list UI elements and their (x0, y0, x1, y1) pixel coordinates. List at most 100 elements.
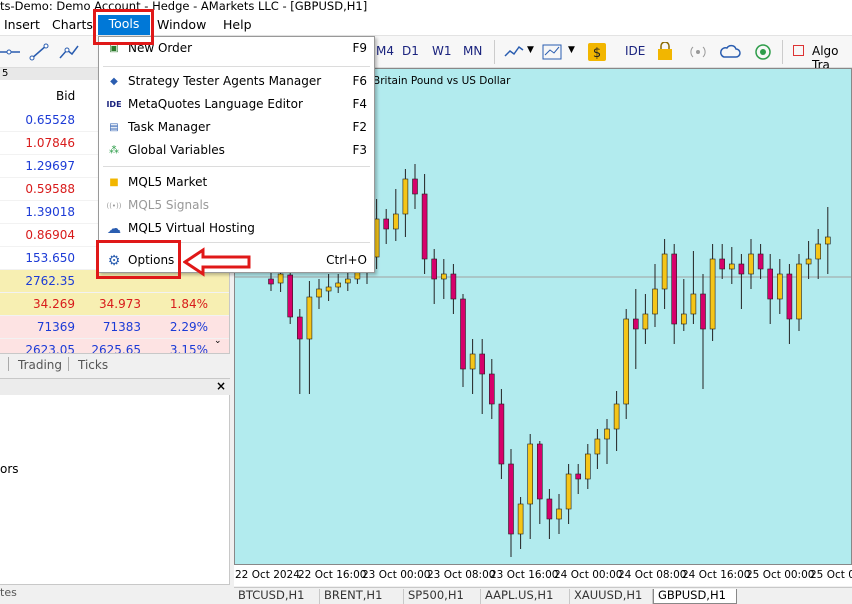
candle-body (748, 253, 754, 275)
candle-body (316, 288, 322, 298)
horizontal-line-icon[interactable] (0, 42, 22, 62)
market-bag-icon: ■ (109, 177, 119, 188)
tab-trading[interactable]: Trading (18, 358, 62, 372)
time-axis-label: 23 Oct 16:00 (490, 569, 559, 581)
algo-trading-checkbox-icon[interactable] (793, 45, 804, 56)
candle-body (412, 178, 418, 195)
candle-body (287, 274, 294, 318)
candle-body (652, 288, 658, 315)
table-row[interactable]: 34.269 34.973 1.84% (0, 293, 229, 316)
market-bag-icon[interactable] (654, 42, 676, 62)
chart-tab[interactable]: GBPUSD,H1 (653, 589, 737, 604)
menu-item-shortcut: F9 (352, 41, 367, 55)
navigator-panel: × ors (0, 378, 230, 584)
market-watch-tabs: Trading Ticks (0, 353, 230, 375)
chart-tab[interactable]: AAPL.US,H1 (481, 589, 570, 604)
time-axis-label: 22 Oct 2024 (235, 569, 300, 581)
tab-ticks[interactable]: Ticks (78, 358, 108, 372)
candle-body (441, 273, 447, 280)
candle-body (345, 278, 351, 284)
candle-body (594, 438, 601, 455)
time-axis-label: 22 Oct 16:00 (298, 569, 367, 581)
timeframe-d1[interactable]: D1 (402, 44, 419, 58)
svg-text:$: $ (593, 46, 601, 61)
table-row[interactable]: 2623.05 2625.65 3.15% (0, 339, 229, 353)
ide-icon: IDE (106, 100, 122, 109)
signals-icon[interactable] (687, 42, 709, 62)
candle-body (393, 213, 399, 230)
candle-body (489, 373, 495, 405)
dollar-icon[interactable]: $ (586, 42, 608, 62)
cloud-icon[interactable] (719, 42, 741, 62)
chart-tab[interactable]: BRENT,H1 (320, 589, 404, 604)
candle-body (402, 178, 409, 215)
menu-insert[interactable]: Insert (0, 17, 44, 35)
chart-tab[interactable]: BTCUSD,H1 (234, 589, 320, 604)
navigator-item-indicators[interactable]: ors (0, 462, 19, 476)
time-axis-label: 25 Oct 08 (810, 569, 852, 581)
candle-body (824, 236, 831, 245)
candle-body (431, 258, 437, 280)
channel-icon[interactable] (58, 42, 80, 62)
candle-body (584, 453, 591, 480)
time-axis-label: 23 Oct 00:00 (362, 569, 431, 581)
candle-body (450, 273, 457, 300)
navigator-header: × (0, 379, 230, 395)
candle-body (613, 403, 620, 430)
candle-body (296, 316, 303, 340)
trendline-icon[interactable] (28, 42, 50, 62)
bid-cell: 1.39018 (25, 205, 75, 219)
vps-icon[interactable] (752, 42, 774, 62)
close-icon[interactable]: × (216, 379, 226, 393)
scroll-down-icon[interactable]: ⌄ (214, 336, 222, 346)
menu-item-metaquotes-language-editor[interactable]: IDE MetaQuotes Language Editor F4 (99, 94, 374, 116)
line-chart-icon[interactable] (503, 42, 525, 62)
global-variables-icon: ⁂ (109, 145, 119, 156)
ide-button[interactable]: IDE (625, 44, 645, 58)
menu-item-shortcut: F4 (352, 97, 367, 111)
candle-body (604, 428, 610, 440)
candle-body (498, 403, 505, 465)
candle-body (508, 463, 514, 535)
timeframe-w1[interactable]: W1 (432, 44, 452, 58)
menu-item-strategy-tester-agents-manager[interactable]: ◆ Strategy Tester Agents Manager F6 (99, 71, 374, 93)
time-axis-label: 24 Oct 00:00 (554, 569, 623, 581)
change-cell: 1.84% (169, 297, 208, 311)
toolbar-separator (782, 40, 783, 64)
menu-item-mql5-signals[interactable]: ((•)) MQL5 Signals (99, 195, 374, 217)
indicators-icon[interactable] (541, 42, 563, 62)
menu-item-label: MetaQuotes Language Editor (128, 97, 303, 111)
menu-item-shortcut: Ctrl+O (326, 253, 367, 267)
timeframe-m4[interactable]: M4 (376, 44, 394, 58)
menu-item-mql5-virtual-hosting[interactable]: ☁ MQL5 Virtual Hosting (99, 218, 374, 240)
table-row[interactable]: 71369 71383 2.29% (0, 316, 229, 339)
menu-window[interactable]: Window (153, 17, 210, 35)
task-manager-icon: ▤ (109, 122, 119, 133)
chart-tab[interactable]: SP500,H1 (404, 589, 481, 604)
market-watch-time: 5 (2, 68, 9, 79)
ask-cell: 2625.65 (91, 343, 141, 353)
bid-cell: 2762.35 (25, 274, 75, 288)
chevron-down-icon[interactable]: ▼ (527, 45, 534, 55)
toolbar-separator (494, 40, 495, 64)
candle-body (719, 258, 726, 270)
ask-cell: 34.973 (99, 297, 141, 311)
change-cell: 3.15% (169, 343, 208, 353)
tab-favorites[interactable]: tes (0, 586, 17, 599)
arrow-icon (183, 247, 251, 277)
menu-charts[interactable]: Charts (48, 17, 97, 35)
timeframe-mn[interactable]: MN (463, 44, 482, 58)
candle-body (268, 278, 274, 285)
bid-cell: 153.650 (25, 251, 75, 265)
chevron-down-icon[interactable]: ▼ (568, 45, 575, 55)
chart-tab[interactable]: XAUUSD,H1 (570, 589, 653, 604)
menu-item-global-variables[interactable]: ⁂ Global Variables F3 (99, 140, 374, 162)
tab-divider (68, 357, 69, 371)
candle-body (805, 258, 812, 265)
candle-body (565, 473, 572, 510)
candle-body (517, 503, 524, 535)
menu-help[interactable]: Help (219, 17, 256, 35)
bid-column-header[interactable]: Bid (56, 89, 75, 103)
menu-item-mql5-market[interactable]: ■ MQL5 Market (99, 172, 374, 194)
menu-item-task-manager[interactable]: ▤ Task Manager F2 (99, 117, 374, 139)
